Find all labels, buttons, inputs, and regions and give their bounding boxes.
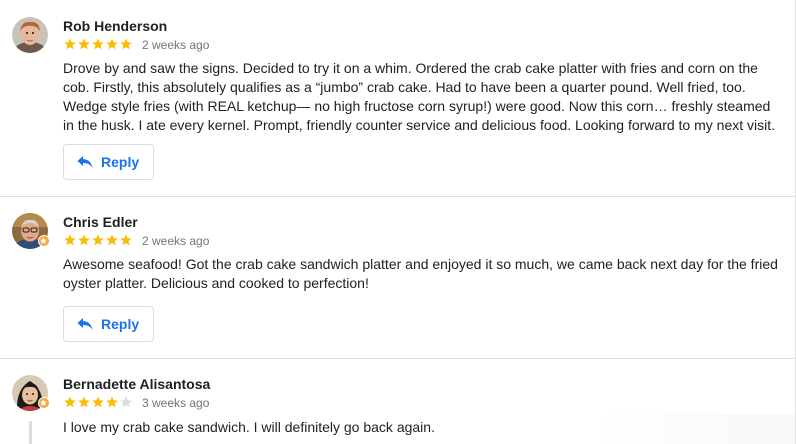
- star-rating: [63, 233, 133, 247]
- review-time: 3 weeks ago: [142, 396, 210, 410]
- reply-button[interactable]: Reply: [63, 306, 154, 342]
- star-filled-icon: [78, 234, 90, 246]
- star-filled-icon: [64, 38, 76, 50]
- star-filled-icon: [78, 38, 90, 50]
- star-empty-icon: [120, 396, 132, 408]
- star-filled-icon: [64, 396, 76, 408]
- star-rating: [63, 37, 133, 51]
- star-filled-icon: [120, 234, 132, 246]
- review-text: Drove by and saw the signs. Decided to t…: [63, 60, 776, 133]
- review-time: 2 weeks ago: [142, 38, 210, 52]
- star-filled-icon: [78, 396, 90, 408]
- local-guide-badge-icon: [38, 235, 50, 247]
- review-card: Chris Edler 2 weeks ago Awesome seafood!…: [0, 197, 795, 359]
- review-text: I love my crab cake sandwich. I will def…: [63, 419, 435, 435]
- review-text: Awesome seafood! Got the crab cake sandw…: [63, 256, 778, 291]
- star-filled-icon: [92, 38, 104, 50]
- reply-button-label: Reply: [101, 316, 140, 332]
- reply-arrow-icon: [77, 318, 93, 330]
- star-filled-icon: [120, 38, 132, 50]
- reviews-panel: Rob Henderson 2 weeks ago Drove by and s…: [0, 0, 796, 444]
- reply-arrow-icon: [77, 156, 93, 168]
- star-filled-icon: [106, 38, 118, 50]
- star-filled-icon: [64, 234, 76, 246]
- star-filled-icon: [92, 396, 104, 408]
- star-filled-icon: [106, 234, 118, 246]
- local-guide-badge-icon: [38, 397, 50, 409]
- reply-button-label: Reply: [101, 154, 140, 170]
- reviewer-name[interactable]: Rob Henderson: [63, 18, 167, 34]
- star-filled-icon: [106, 396, 118, 408]
- reviewer-name[interactable]: Bernadette Alisantosa: [63, 376, 210, 392]
- reviewer-avatar[interactable]: [12, 17, 48, 53]
- reply-button[interactable]: Reply: [63, 144, 154, 180]
- reviewer-name[interactable]: Chris Edler: [63, 214, 138, 230]
- thread-line: [29, 421, 32, 444]
- star-filled-icon: [92, 234, 104, 246]
- star-rating: [63, 395, 133, 409]
- review-card: Rob Henderson 2 weeks ago Drove by and s…: [0, 0, 795, 197]
- review-card: Bernadette Alisantosa 3 weeks ago I love…: [0, 359, 795, 444]
- review-time: 2 weeks ago: [142, 234, 210, 248]
